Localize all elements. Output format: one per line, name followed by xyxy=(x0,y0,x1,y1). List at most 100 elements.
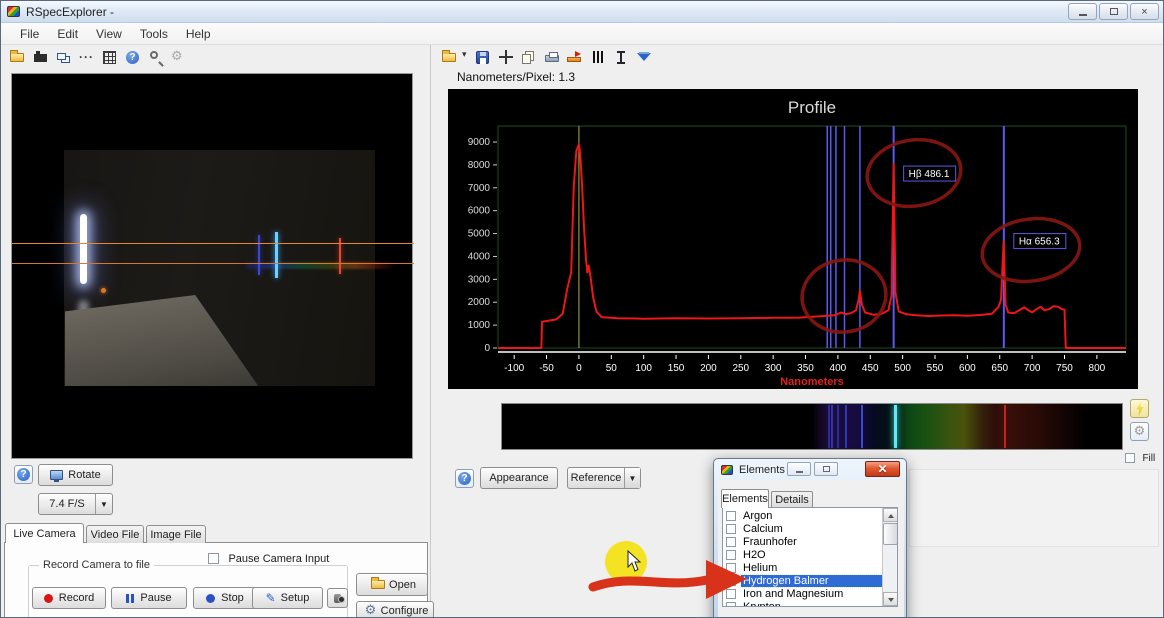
list-item-krypton[interactable]: Krypton xyxy=(723,600,882,607)
ellipsis-icon[interactable]: ··· xyxy=(78,49,97,66)
x-tick-label: 700 xyxy=(1024,363,1041,374)
open-folder-icon[interactable] xyxy=(441,49,460,66)
stop-icon xyxy=(206,594,215,603)
lightning-icon xyxy=(1135,401,1145,416)
copy-icon[interactable] xyxy=(520,49,539,66)
annotation-circle xyxy=(978,212,1084,287)
menu-tools[interactable]: Tools xyxy=(131,25,177,43)
y-tick-label: 0 xyxy=(484,343,490,354)
menu-file[interactable]: File xyxy=(11,25,48,43)
x-tick-label: 550 xyxy=(927,363,944,374)
open-button[interactable]: Open xyxy=(356,573,428,596)
record-button[interactable]: Record xyxy=(32,587,106,609)
scroll-down-button[interactable] xyxy=(883,592,898,606)
checkbox-icon[interactable] xyxy=(726,602,736,608)
crop-icon[interactable] xyxy=(497,49,516,66)
snapshot-button[interactable] xyxy=(327,588,348,608)
cascade-windows-icon[interactable] xyxy=(55,49,74,66)
elements-dialog: Elements ✕ ElementsDetails ArgonCalciumF… xyxy=(713,458,907,618)
list-item-helium[interactable]: Helium xyxy=(723,561,882,574)
configure-button[interactable]: Configure xyxy=(356,601,434,618)
gear-icon xyxy=(1134,424,1146,439)
menu-view[interactable]: View xyxy=(87,25,131,43)
stop-button[interactable]: Stop xyxy=(193,587,257,609)
tab-video-file[interactable]: Video File xyxy=(86,525,144,543)
mouse-cursor xyxy=(628,551,640,571)
tab-image-file[interactable]: Image File xyxy=(146,525,206,543)
x-tick-label: 50 xyxy=(606,363,618,374)
chart-title: Profile xyxy=(788,98,836,117)
calibrate-icon[interactable] xyxy=(566,49,585,66)
elements-scrollbar[interactable] xyxy=(882,508,897,606)
measure-height-icon[interactable] xyxy=(612,49,631,66)
close-button[interactable]: × xyxy=(1130,3,1159,20)
scroll-thumb[interactable] xyxy=(883,523,898,545)
elements-dialog-body: ElementsDetails ArgonCalciumFraunhoferH2… xyxy=(718,480,904,618)
minimize-button[interactable] xyxy=(1068,3,1097,20)
pause-camera-input-checkbox[interactable]: Pause Camera Input xyxy=(208,549,329,567)
print-icon[interactable] xyxy=(543,49,562,66)
dialog-minimize-button[interactable] xyxy=(787,462,811,476)
reference-dropdown[interactable]: Reference ▼ xyxy=(567,467,641,489)
dialog-maximize-button[interactable] xyxy=(814,462,838,476)
selection-line-bottom[interactable] xyxy=(12,263,414,264)
columns-icon[interactable] xyxy=(589,49,608,66)
x-tick-label: 300 xyxy=(765,363,782,374)
rotate-button[interactable]: Rotate xyxy=(38,464,113,486)
selection-line-top[interactable] xyxy=(12,243,414,244)
scale-readout: Nanometers/Pixel: 1.3 xyxy=(457,70,575,84)
dialog-close-button[interactable]: ✕ xyxy=(865,461,900,477)
fps-dropdown[interactable]: 7.4 F/S ▼ xyxy=(38,493,113,515)
save-icon[interactable] xyxy=(474,49,493,66)
dialog-tab-details[interactable]: Details xyxy=(771,491,813,508)
list-item-hydrogen-balmer[interactable]: ✓Hydrogen Balmer xyxy=(723,574,882,587)
record-group-label: Record Camera to file xyxy=(39,559,154,571)
zoom-icon[interactable] xyxy=(147,49,166,66)
maximize-button[interactable] xyxy=(1099,3,1128,20)
checkbox-icon[interactable] xyxy=(726,511,736,521)
x-tick-label: 250 xyxy=(732,363,749,374)
dialog-title: Elements xyxy=(739,464,785,476)
camera-help-button[interactable] xyxy=(14,465,33,484)
checkbox-icon[interactable] xyxy=(726,537,736,547)
checkbox-icon[interactable] xyxy=(726,524,736,534)
list-item-fraunhofer[interactable]: Fraunhofer xyxy=(723,535,882,548)
checkbox-icon[interactable] xyxy=(726,589,736,599)
orange-dot xyxy=(101,288,106,293)
list-item-calcium[interactable]: Calcium xyxy=(723,522,882,535)
scroll-up-button[interactable] xyxy=(883,508,898,522)
grid-icon[interactable] xyxy=(101,49,120,66)
auto-scale-button[interactable] xyxy=(1130,399,1149,418)
appearance-button[interactable]: Appearance xyxy=(480,467,558,489)
panel-divider[interactable] xyxy=(430,45,431,618)
menu-help[interactable]: Help xyxy=(177,25,220,43)
import-image-icon[interactable] xyxy=(32,49,51,66)
setup-button[interactable]: ✎Setup xyxy=(252,587,323,609)
dialog-tab-elements[interactable]: Elements xyxy=(721,489,769,508)
x-tick-label: 400 xyxy=(830,363,847,374)
settings-icon[interactable] xyxy=(170,49,189,66)
list-item-argon[interactable]: Argon xyxy=(723,509,882,522)
open-folder-icon[interactable] xyxy=(9,49,28,66)
x-tick-label: -100 xyxy=(504,363,524,374)
flip-triangle-icon[interactable] xyxy=(635,49,654,66)
pause-button[interactable]: Pause xyxy=(111,587,187,609)
dropdown-caret-icon[interactable]: ▾ xyxy=(462,49,472,66)
gear-icon xyxy=(364,604,379,618)
menu-edit[interactable]: Edit xyxy=(48,25,87,43)
dialog-logo-icon xyxy=(721,465,733,475)
element-label: Argon xyxy=(741,510,774,522)
list-item-h2o[interactable]: H2O xyxy=(723,548,882,561)
tab-live-camera[interactable]: Live Camera xyxy=(5,523,84,543)
profile-help-button[interactable] xyxy=(455,469,474,488)
fill-checkbox[interactable]: Fill xyxy=(1125,448,1155,466)
checkbox-icon[interactable] xyxy=(726,550,736,560)
checkbox-icon[interactable]: ✓ xyxy=(726,576,736,586)
checkbox-icon[interactable] xyxy=(726,563,736,573)
help-icon[interactable] xyxy=(124,49,143,66)
y-tick-label: 7000 xyxy=(468,183,491,194)
list-item-iron-and-magnesium[interactable]: Iron and Magnesium xyxy=(723,587,882,600)
profile-chart[interactable]: Profile010002000300040005000600070008000… xyxy=(448,89,1138,389)
strip-settings-button[interactable] xyxy=(1130,422,1149,441)
x-tick-label: 600 xyxy=(959,363,976,374)
